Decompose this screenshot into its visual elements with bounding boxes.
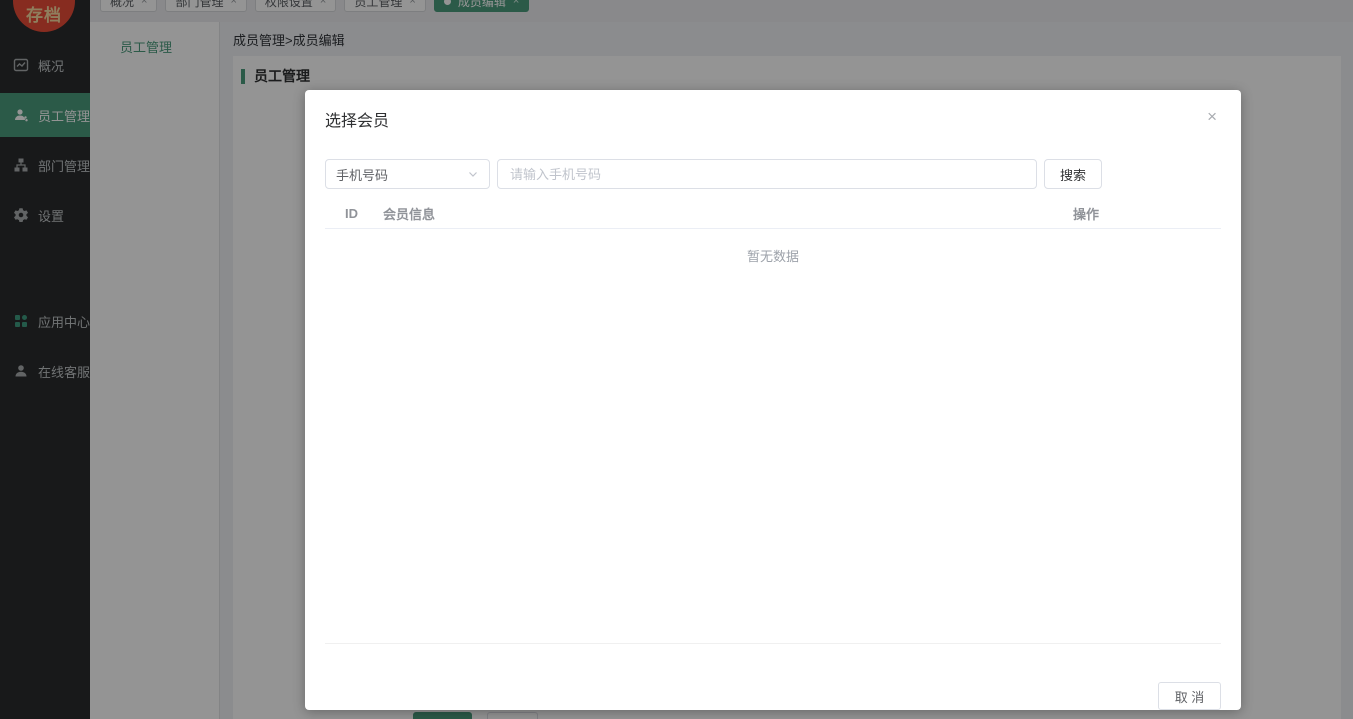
search-button[interactable]: 搜索 [1044,159,1102,189]
modal-header: 选择会员 × [305,90,1241,131]
column-header-member-info: 会员信息 [383,207,436,222]
modal-footer: 取 消 [325,643,1221,710]
column-header-id: ID [345,206,358,221]
table-header: ID 会员信息 操作 [325,199,1221,229]
select-member-modal: 选择会员 × 手机号码 搜索 ID 会员信息 操作 暂无数据 取 消 [305,90,1241,710]
phone-search-input[interactable] [497,159,1037,189]
modal-body-spacer [305,282,1241,643]
chevron-down-icon [467,168,479,180]
empty-state-text: 暂无数据 [746,249,799,264]
modal-title: 选择会员 [325,113,390,130]
column-header-actions: 操作 [1072,207,1099,222]
filter-type-select[interactable]: 手机号码 [325,159,490,189]
filter-type-value: 手机号码 [336,167,389,183]
cancel-button[interactable]: 取 消 [1158,682,1221,710]
close-icon[interactable]: × [1203,107,1221,127]
search-row: 手机号码 搜索 [325,159,1221,189]
